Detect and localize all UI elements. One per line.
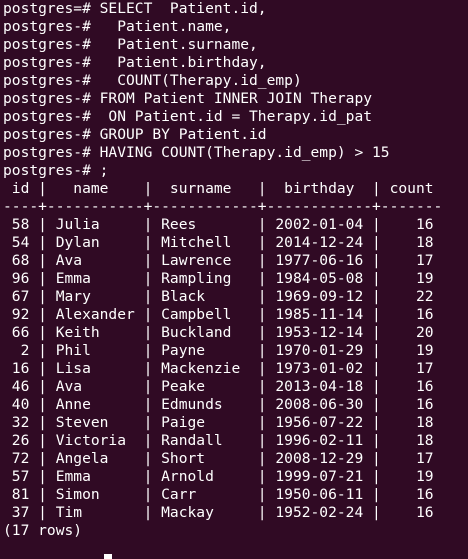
table-row: 92 | Alexander | Campbell | 1985-11-14 |…	[3, 306, 434, 323]
row-count: (17 rows)	[3, 522, 83, 539]
query-line: postgres-# ON Patient.id = Therapy.id_pa…	[3, 108, 373, 125]
table-row: 46 | Ava | Peake | 2013-04-18 | 16	[3, 378, 434, 395]
query-line: postgres-# Patient.name,	[3, 18, 232, 35]
query-line: postgres-# GROUP BY Patient.id	[3, 126, 267, 143]
query-line: postgres-# ;	[3, 162, 109, 179]
table-row: 57 | Emma | Arnold | 1999-07-21 | 19	[3, 468, 434, 485]
table-row: 2 | Phil | Payne | 1970-01-29 | 19	[3, 342, 434, 359]
table-row: 37 | Tim | Mackay | 1952-02-24 | 16	[3, 504, 434, 521]
text-cursor	[104, 554, 112, 559]
table-row: 54 | Dylan | Mitchell | 2014-12-24 | 18	[3, 234, 434, 251]
table-row: 72 | Angela | Short | 2008-12-29 | 17	[3, 450, 434, 467]
query-line: postgres-# COUNT(Therapy.id_emp)	[3, 72, 302, 89]
table-row: 66 | Keith | Buckland | 1953-12-14 | 20	[3, 324, 434, 341]
query-line: postgres-# FROM Patient INNER JOIN Thera…	[3, 90, 373, 107]
table-row: 96 | Emma | Rampling | 1984-05-08 | 19	[3, 270, 434, 287]
table-row: 67 | Mary | Black | 1969-09-12 | 22	[3, 288, 434, 305]
table-row: 32 | Steven | Paige | 1956-07-22 | 18	[3, 414, 434, 431]
table-row: 26 | Victoria | Randall | 1996-02-11 | 1…	[3, 432, 434, 449]
table-row: 68 | Ava | Lawrence | 1977-06-16 | 17	[3, 252, 434, 269]
table-row: 81 | Simon | Carr | 1950-06-11 | 16	[3, 486, 434, 503]
query-line: postgres=# SELECT Patient.id,	[3, 0, 267, 17]
terminal-output[interactable]: postgres=# SELECT Patient.id, postgres-#…	[3, 0, 468, 559]
query-line: postgres-# Patient.surname,	[3, 36, 258, 53]
table-row: 16 | Lisa | Mackenzie | 1973-01-02 | 17	[3, 360, 434, 377]
table-row: 58 | Julia | Rees | 2002-01-04 | 16	[3, 216, 434, 233]
query-line: postgres-# HAVING COUNT(Therapy.id_emp) …	[3, 144, 390, 161]
result-separator: ----+-----------+------------+----------…	[3, 198, 443, 215]
result-header: id | name | surname | birthday | count	[3, 180, 434, 197]
query-line: postgres-# Patient.birthday,	[3, 54, 267, 71]
table-row: 40 | Anne | Edmunds | 2008-06-30 | 16	[3, 396, 434, 413]
